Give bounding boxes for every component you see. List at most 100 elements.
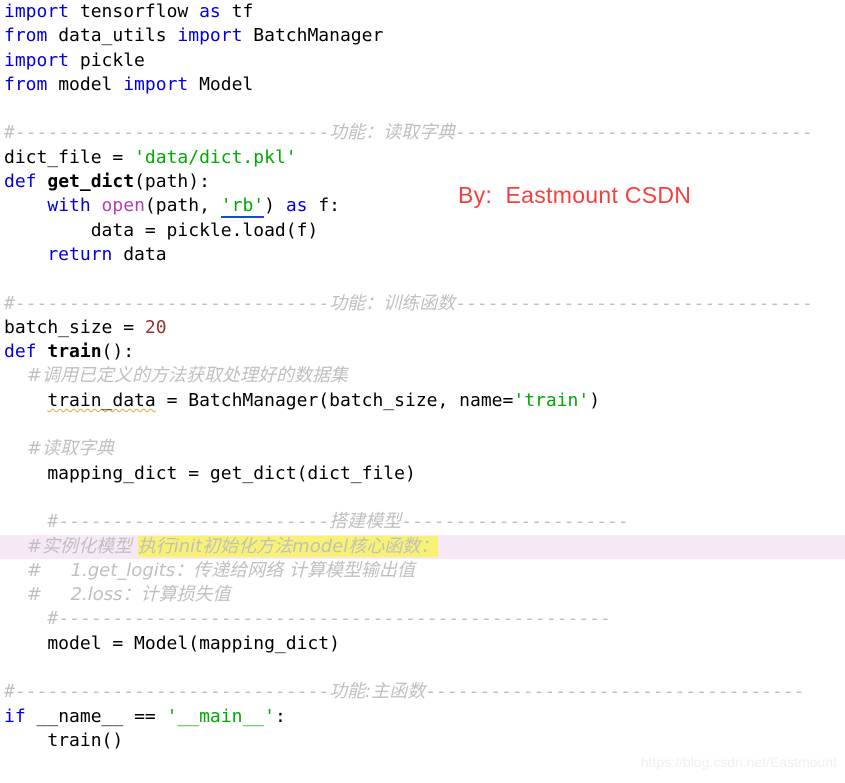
imported-name: Model bbox=[188, 73, 254, 95]
comment-dashes-left: ----------------------------- bbox=[14, 292, 330, 314]
code-line: from data_utils import BatchManager bbox=[0, 24, 845, 48]
highlighted-comment-text: 执行init初始化方法model核心函数： bbox=[137, 535, 439, 557]
code-line: with open(path, 'rb') as f: bbox=[0, 194, 845, 219]
highlighted-code-line: #实例化模型 执行init初始化方法model核心函数： bbox=[0, 534, 845, 559]
comment-text: # 2.loss：计算损失值 bbox=[4, 584, 231, 606]
keyword-if: if bbox=[4, 705, 26, 727]
alias-name: tf bbox=[220, 1, 254, 22]
comment-dashes: ----------------------------------------… bbox=[58, 608, 611, 630]
statement: data = pickle.load(f) bbox=[4, 219, 319, 241]
variable-dict-file: dict_file bbox=[4, 146, 113, 168]
module-name: data_utils bbox=[47, 25, 178, 47]
module-name: tensorflow bbox=[69, 1, 200, 22]
comment-text: #实例化模型 bbox=[4, 535, 138, 557]
comment-dashes-left: ----------------------------- bbox=[14, 681, 330, 703]
comment-dashes-right: ----------------------------------- bbox=[425, 681, 805, 703]
comment-dashes-right: --------------------------------- bbox=[455, 122, 813, 144]
with-target: f: bbox=[307, 195, 341, 217]
comment-hash: # bbox=[4, 608, 59, 630]
comment-hash: # bbox=[4, 122, 15, 144]
code-line: #调用已定义的方法获取处理好的数据集 bbox=[0, 364, 845, 388]
statement: train() bbox=[4, 729, 124, 751]
function-name-train: train bbox=[36, 341, 102, 363]
code-line: train() bbox=[0, 729, 845, 753]
assign-operator: = bbox=[112, 146, 135, 168]
string-literal: '__main__' bbox=[166, 705, 275, 727]
code-line: # 2.loss：计算损失值 bbox=[0, 583, 845, 607]
code-line: #读取字典 bbox=[0, 437, 845, 461]
code-line: import pickle bbox=[0, 49, 845, 73]
module-name: pickle bbox=[69, 49, 145, 71]
code-line: def get_dict(path): bbox=[0, 170, 845, 194]
code-line: data = pickle.load(f) bbox=[0, 219, 845, 243]
code-line: model = Model(mapping_dict) bbox=[0, 632, 845, 656]
keyword-from: from bbox=[4, 25, 48, 47]
assign-operator: = bbox=[123, 316, 145, 338]
function-params: (path): bbox=[134, 171, 210, 193]
keyword-def: def bbox=[4, 171, 37, 193]
author-stamp: By: Eastmount CSDN bbox=[458, 182, 692, 208]
code-line: return data bbox=[0, 243, 845, 267]
code-editor[interactable]: import tensorflow as tf from data_utils … bbox=[0, 0, 845, 783]
comment-dashes-right: --------------------- bbox=[401, 511, 629, 533]
code-line: #-------------------------搭建模型----------… bbox=[0, 510, 845, 534]
code-line: dict_file = 'data/dict.pkl' bbox=[0, 146, 845, 170]
colon: : bbox=[274, 705, 286, 727]
comment-section-label: 功能:主函数 bbox=[329, 681, 426, 703]
keyword-from: from bbox=[4, 73, 48, 95]
builtin-open: open bbox=[90, 195, 145, 217]
comment-hash: # bbox=[4, 511, 59, 533]
comment-section-label: 搭建模型 bbox=[329, 511, 402, 533]
equality-operator: == bbox=[134, 705, 167, 727]
call-args: (path, bbox=[144, 195, 221, 217]
comment-section-label: 功能：读取字典 bbox=[329, 122, 456, 144]
variable-train-data: train_data bbox=[47, 389, 156, 411]
comment-text: #调用已定义的方法获取处理好的数据集 bbox=[4, 365, 348, 387]
call-close: ) bbox=[589, 389, 601, 411]
comment-section-label: 功能：训练函数 bbox=[329, 292, 456, 314]
comment-text: # 1.get_logits：传递给网络 计算模型输出值 bbox=[4, 559, 415, 581]
imported-name: BatchManager bbox=[242, 25, 384, 47]
code-line: #-----------------------------功能：读取字典---… bbox=[0, 121, 845, 145]
code-line: #-----------------------------功能：训练函数---… bbox=[0, 292, 845, 316]
keyword-with: with bbox=[47, 195, 91, 217]
variable-batch-size: batch_size bbox=[4, 316, 124, 338]
code-line: def train(): bbox=[0, 340, 845, 364]
code-line: if __name__ == '__main__': bbox=[0, 705, 845, 729]
call-expression: = BatchManager(batch_size, name= bbox=[155, 389, 514, 411]
keyword-as: as bbox=[199, 1, 221, 22]
number-literal: 20 bbox=[144, 316, 167, 338]
code-line: import tensorflow as tf bbox=[0, 0, 845, 24]
string-literal: 'rb' bbox=[220, 195, 265, 219]
code-line: #-----------------------------功能:主函数----… bbox=[0, 680, 845, 704]
keyword-def: def bbox=[4, 341, 37, 363]
dunder-name: __name__ bbox=[25, 705, 135, 727]
return-value: data bbox=[112, 243, 167, 265]
comment-hash: # bbox=[4, 292, 15, 314]
code-line: # 1.get_logits：传递给网络 计算模型输出值 bbox=[0, 559, 845, 583]
csdn-watermark: https://blog.csdn.net/Eastmount bbox=[640, 754, 837, 770]
comment-dashes-right: --------------------------------- bbox=[455, 292, 813, 314]
string-literal: 'data/dict.pkl' bbox=[134, 146, 297, 168]
comment-dashes-left: ----------------------------- bbox=[14, 122, 330, 144]
string-literal: 'train' bbox=[513, 389, 590, 411]
function-params: (): bbox=[101, 341, 135, 363]
statement: model = Model(mapping_dict) bbox=[4, 632, 340, 654]
function-name-get-dict: get_dict bbox=[36, 171, 135, 193]
comment-text: #读取字典 bbox=[4, 438, 114, 460]
module-name: model bbox=[47, 73, 124, 95]
comment-hash: # bbox=[4, 681, 15, 703]
code-line: #---------------------------------------… bbox=[0, 607, 845, 631]
keyword-return: return bbox=[4, 243, 113, 265]
statement: mapping_dict = get_dict(dict_file) bbox=[4, 462, 416, 484]
comment-dashes-left: ------------------------- bbox=[58, 511, 330, 533]
keyword-import: import bbox=[4, 49, 70, 71]
code-line: from model import Model bbox=[0, 73, 845, 97]
keyword-import: import bbox=[4, 1, 70, 22]
